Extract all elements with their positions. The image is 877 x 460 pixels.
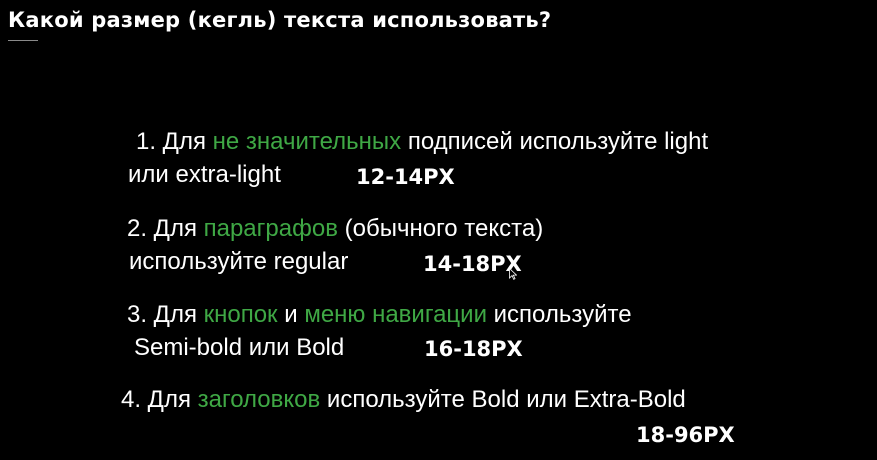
item-3-line-1: 3. Для кнопок и меню навигации используй… (127, 301, 632, 329)
item-2-highlight: параграфов (203, 215, 338, 242)
item-3-highlight-1: кнопок (203, 301, 278, 328)
item-2-size-badge: 14-18PX (423, 252, 522, 276)
item-3-size-badge: 16-18PX (424, 337, 523, 361)
title-underline (8, 40, 38, 41)
item-1-line-2: или extra-light (128, 161, 281, 188)
item-3-line-2: Semi-bold или Bold (134, 334, 345, 361)
item-2-line-1: 2. Для параграфов (обычного текста) (127, 215, 543, 243)
item-1-text-2: подписей используйте light (401, 128, 709, 155)
item-1-size-badge: 12-14PX (356, 165, 455, 189)
item-3-highlight-2: меню навигации (304, 301, 487, 328)
item-4-text-1: 4. Для (121, 386, 198, 413)
item-3-text-1: 3. Для (127, 301, 204, 328)
item-1-line-1: 1. Для не значительных подписей использу… (136, 128, 708, 156)
item-4-text-2: используйте Bold или Extra-Bold (320, 386, 686, 413)
item-2-line-2: используйте regular (129, 248, 349, 275)
mouse-pointer-icon (509, 268, 517, 280)
item-4-line-1: 4. Для заголовков используйте Bold или E… (121, 386, 686, 414)
item-1-text-1: 1. Для (136, 128, 213, 155)
item-2-text-1: 2. Для (127, 215, 204, 242)
item-3-text-3: используйте (486, 301, 632, 328)
item-2-text-2: (обычного текста) (337, 215, 544, 242)
item-3-text-2: и (277, 301, 305, 328)
item-4-size-badge: 18-96PX (636, 423, 735, 447)
page-title: Какой размер (кегль) текста использовать… (8, 8, 552, 32)
item-1-highlight: не значительных (212, 128, 402, 155)
item-4-highlight: заголовков (197, 386, 321, 413)
